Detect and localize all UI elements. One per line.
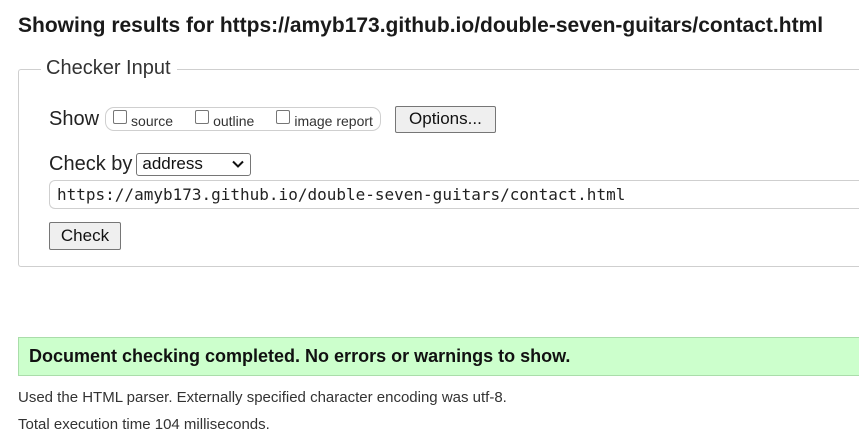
image-report-checkbox[interactable]	[276, 110, 291, 124]
execution-time: Total execution time 104 milliseconds.	[18, 416, 270, 433]
outline-checkbox-label[interactable]: outline	[213, 113, 254, 129]
check-by-row: Check by address	[49, 150, 252, 178]
check-by-select[interactable]: address	[136, 152, 252, 176]
image-report-checkbox-label[interactable]: image report	[294, 113, 373, 129]
show-options-row: Show source outline image report Options…	[49, 105, 496, 133]
source-checkbox-label[interactable]: source	[131, 113, 173, 129]
fieldset-legend: Checker Input	[41, 57, 177, 80]
check-button[interactable]: Check	[49, 222, 121, 250]
success-message: Document checking completed. No errors o…	[18, 337, 859, 376]
parser-info: Used the HTML parser. Externally specifi…	[18, 389, 507, 406]
image-report-checkbox-option[interactable]: image report	[276, 110, 373, 129]
options-button[interactable]: Options...	[394, 105, 496, 133]
url-input[interactable]: https://amyb173.github.io/double-seven-g…	[49, 180, 859, 209]
chevron-down-icon	[232, 159, 245, 169]
outline-checkbox-option[interactable]: outline	[195, 110, 254, 129]
checker-input-fieldset: Checker Input Show source outline image …	[18, 57, 859, 267]
show-checkbox-group: source outline image report	[105, 107, 381, 131]
check-by-label: Check by	[49, 152, 133, 175]
results-heading: Showing results for https://amyb173.gith…	[18, 14, 824, 37]
source-checkbox-option[interactable]: source	[113, 110, 173, 129]
show-label: Show	[49, 107, 100, 130]
source-checkbox[interactable]	[113, 110, 128, 124]
validator-page: Showing results for https://amyb173.gith…	[0, 0, 859, 441]
outline-checkbox[interactable]	[195, 110, 210, 124]
check-by-selected-value: address	[142, 154, 203, 173]
